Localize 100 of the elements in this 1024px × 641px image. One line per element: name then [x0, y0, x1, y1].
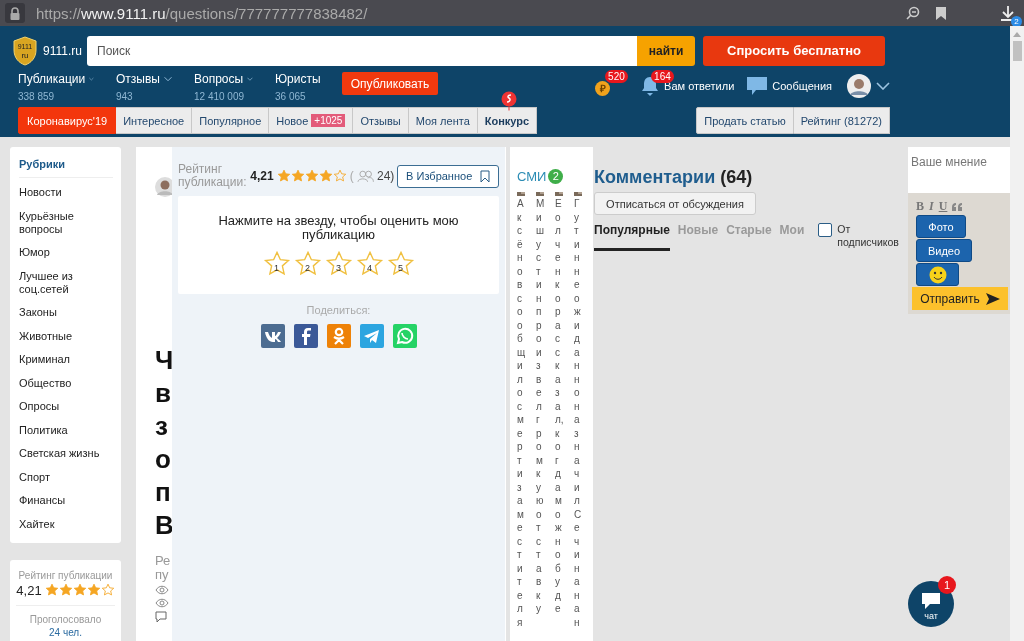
rate-star-button[interactable]: 1 [262, 250, 291, 278]
news-headline-link[interactable]: Мишустинпроизвелгромкуюотставку [536, 197, 542, 616]
comment-input-field[interactable]: Ваше мнение [908, 147, 1010, 193]
nav-count: 12 410 009 [194, 91, 245, 102]
rate-prompt: Нажмите на звезду, чтобы оценить мою публикацию [217, 214, 460, 242]
star-icon [58, 583, 73, 597]
nav-menu-link[interactable]: Вопросы [194, 72, 244, 86]
rate-star-button[interactable]: 4 [355, 250, 384, 278]
favorite-button[interactable]: В Избранное [397, 164, 499, 188]
rating-label: Рейтинг публикации: [178, 163, 248, 189]
url-text[interactable]: https://www.9111.ru/questions/777777777838482/ [36, 4, 368, 22]
rubric-link[interactable]: Лучшее из соц.сетей [19, 269, 113, 296]
nav-tab[interactable]: Рейтинг (81272) [793, 107, 890, 134]
nav-tab[interactable]: Популярное [192, 107, 270, 134]
rubric-link[interactable]: Животные [19, 329, 113, 343]
nav-menu-link[interactable]: Юристы [275, 72, 321, 86]
rate-star-button[interactable]: 2 [293, 250, 322, 278]
star-icon [44, 583, 59, 597]
scrollbar[interactable] [1010, 26, 1024, 641]
voters-link[interactable]: 24 чел. [16, 626, 115, 638]
share-label: Поделиться: [306, 304, 371, 316]
site-name[interactable]: 9111.ru [43, 43, 87, 58]
nav-tab[interactable]: Новое +1025 [269, 107, 354, 134]
video-button[interactable]: Видео [916, 239, 972, 262]
article-title-fragment: Ч [155, 344, 174, 377]
rubric-link[interactable]: Спорт [19, 470, 113, 484]
voters-count: 24) [377, 169, 395, 183]
nav-menu-link[interactable]: Отзывы [116, 72, 160, 86]
news-headline-link[interactable]: Аксёновсообщилосмертизаместителя [517, 197, 523, 629]
chevron-down-icon[interactable] [163, 75, 172, 83]
messages-link[interactable]: Сообщения [772, 80, 832, 92]
download-icon[interactable] [1000, 5, 1016, 21]
emoji-button[interactable] [916, 263, 959, 286]
search-button[interactable]: найти [637, 35, 695, 66]
sort-tab[interactable]: Популярные [594, 223, 670, 251]
search-field[interactable]: Поиск [87, 35, 637, 66]
rubric-link[interactable]: Финансы [19, 494, 113, 507]
unsubscribe-button[interactable]: Отписаться от обсуждения [594, 192, 756, 215]
nav-count: 943 [116, 91, 133, 102]
nav-tab[interactable]: Конкурс [477, 107, 538, 134]
rating-value: 4,21 [250, 169, 274, 183]
comment-icon [155, 611, 167, 623]
rubric-link[interactable]: Законы [19, 306, 113, 319]
nav-menu-link[interactable]: Публикации [18, 72, 86, 86]
rating-value: 4,21 [16, 582, 42, 598]
rubric-link[interactable]: Опросы [19, 400, 113, 413]
social-share-icon[interactable] [260, 324, 285, 348]
rubric-link[interactable]: Хайтек [19, 517, 113, 531]
article-title-fragment: в [155, 377, 172, 410]
bookmark-icon[interactable] [936, 6, 946, 20]
rate-star-button[interactable]: 3 [324, 250, 353, 278]
chat-bubble-icon[interactable] [747, 77, 768, 95]
rubric-link[interactable]: Юмор [19, 246, 113, 259]
bookmark-icon [480, 169, 491, 183]
chevron-down-icon[interactable] [876, 82, 890, 90]
star-icon [100, 583, 115, 597]
coin-count-badge: 520 [605, 70, 628, 83]
publish-button[interactable]: Опубликовать [342, 72, 438, 95]
star-icon [86, 583, 101, 597]
article-title-fragment: В [155, 509, 174, 542]
chat-icon [921, 592, 941, 610]
news-headline-link[interactable]: Еолченкорассказал,когдаможнобуде [555, 197, 561, 616]
rubric-link[interactable]: Криминал [19, 353, 113, 366]
checkbox-label[interactable]: От подписчиков [837, 223, 900, 249]
rubric-link[interactable]: Общество [19, 376, 113, 390]
rating-label: Рейтинг публикации [17, 569, 114, 581]
replies-link[interactable]: Вам ответили [664, 80, 735, 92]
send-arrow-icon [985, 292, 1000, 305]
quote-icon[interactable] [952, 202, 964, 211]
star-icon [318, 169, 333, 183]
eye-icon [155, 585, 169, 595]
nav-tab[interactable]: Продать статью [696, 107, 794, 134]
article-title-fragment: з [155, 410, 169, 443]
chevron-down-icon[interactable] [247, 75, 253, 83]
social-share-icon[interactable] [293, 324, 318, 348]
lock-icon [10, 6, 20, 20]
rubric-link[interactable]: Светская жизнь [19, 447, 113, 460]
rubric-link[interactable]: Курьёзные вопросы [19, 209, 113, 236]
ask-button[interactable]: Спросить бесплатно [703, 35, 885, 66]
nav-tab[interactable]: Моя лента [408, 107, 478, 134]
scrollbar-thumb[interactable] [1012, 41, 1022, 61]
smiley-icon [928, 265, 947, 284]
rubric-link[interactable]: Политика [19, 423, 113, 437]
photo-button[interactable]: Фото [916, 215, 966, 238]
send-button[interactable]: Отправить [912, 287, 1008, 310]
news-count-badge: 2 [548, 169, 564, 184]
nav-tab[interactable]: Интересное [116, 107, 193, 134]
eye-icon [155, 598, 169, 608]
rate-star-button[interactable]: 5 [386, 250, 415, 278]
comments-title: Комментарии [594, 167, 716, 188]
rubric-link[interactable]: Новости [19, 186, 113, 199]
nav-tab[interactable]: Отзывы [353, 107, 409, 134]
news-headline-link[interactable]: ГутиннеожиданноназначилСечинанан [574, 197, 580, 629]
notification-count-badge: 164 [651, 70, 674, 83]
zoom-icon[interactable] [906, 6, 920, 20]
balloon-icon [500, 91, 517, 111]
checkbox[interactable] [818, 223, 833, 237]
avatar[interactable] [847, 74, 871, 98]
news-title: СМИ [517, 169, 547, 184]
coin-icon[interactable]: ₽ [595, 81, 611, 96]
